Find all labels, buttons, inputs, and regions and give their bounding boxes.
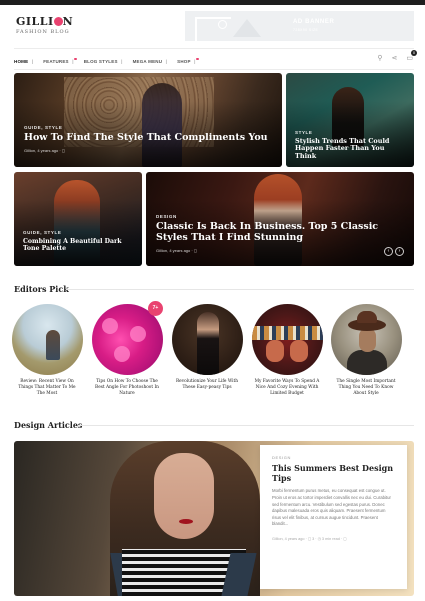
post-meta: Gillion, 4 years ago · ◻ 3 · ◷ 3 min rea… [272,537,347,542]
post-meta: Gillion, 4 years ago · ◻ [24,147,66,153]
thumbnail-subject [196,312,219,375]
nav-item-blog-styles[interactable]: BLOG STYLES | [84,59,123,64]
post-text: GUIDE, STYLE How To Find The Style That … [24,125,272,153]
new-dot [74,57,77,60]
post-title[interactable]: How To Find The Style That Compliments Y… [24,132,272,144]
editors-pick-item[interactable]: The Single Most Important Thing You Need… [330,304,402,396]
featured-post-card[interactable]: DESIGN Classic Is Back In Business. Top … [146,172,414,266]
editors-pick-item[interactable]: My Favorite Ways To Spend A Nice And Coz… [251,304,323,396]
post-title[interactable]: The Single Most Important Thing You Need… [330,379,402,396]
nav-label: MEGA MENU [132,58,163,64]
logo-o-mark [53,17,63,26]
prev-arrow-icon[interactable]: ‹ [384,247,393,256]
post-text: GUIDE, STYLE Combining A Beautiful Dark … [23,230,132,252]
post-thumbnail[interactable] [11,304,83,375]
ad-banner-size: 728X90 SIZE [293,28,319,32]
sun-icon [218,20,227,29]
featured-post-card[interactable]: GUIDE, STYLE Combining A Beautiful Dark … [14,172,142,266]
count-badge[interactable]: 7+ [148,301,163,316]
nav-item-home[interactable]: HOME | [14,59,33,64]
post-thumbnail[interactable] [171,304,243,375]
logo-tagline: FASHION BLOG [16,29,70,35]
post-title[interactable]: Review: Recent View On Things That Matte… [11,379,83,396]
next-arrow-icon[interactable]: › [395,247,404,256]
post-category[interactable]: DESIGN [156,214,404,219]
section-divider [78,425,414,426]
thumbnail-detail [346,350,387,375]
editors-pick-item[interactable]: Revolutionize Your Life With These Easy-… [171,304,243,391]
cart-icon[interactable]: ▭ 0 [406,50,417,62]
thumbnail-detail [358,328,376,352]
post-category[interactable]: GUIDE, STYLE [23,230,132,235]
thumbnail-detail [356,311,377,323]
post-title[interactable]: Revolutionize Your Life With These Easy-… [171,379,243,391]
nav-label: FEATURES [43,58,69,64]
nav-item-features[interactable]: FEATURES | [43,57,77,64]
post-text: DESIGN Classic Is Back In Business. Top … [156,214,404,253]
post-category[interactable]: GUIDE, STYLE [24,125,272,130]
logo-text: GILLI [16,15,54,28]
post-title[interactable]: Classic Is Back In Business. Top 5 Class… [156,221,404,244]
thumbnail-detail [101,318,118,334]
cart-count-badge: 0 [411,50,417,56]
nav-label: HOME [14,58,29,64]
section-divider [66,289,414,290]
nav-item-mega-menu[interactable]: MEGA MENU | [133,59,168,64]
thumbnail-detail [289,340,308,362]
featured-post-card[interactable]: STYLE Stylish Trends That Could Happen F… [286,73,414,167]
site-logo[interactable]: GILLI N FASHION BLOG [16,15,76,35]
ad-banner-title: AD BANNER [293,19,335,25]
share-icon[interactable]: ⋖ [392,54,398,62]
logo-text-end: N [62,15,74,28]
divider [14,48,414,49]
ad-banner[interactable]: AD BANNER 728X90 SIZE [185,11,414,41]
post-category[interactable]: STYLE [295,130,404,135]
post-excerpt: Morbi fermentum purus metus, eu consequa… [272,488,391,527]
image-detail [179,519,193,524]
nav-label: BLOG STYLES [83,58,118,64]
section-title-editors-pick: Editors Pick [14,284,69,294]
post-title[interactable]: Combining A Beautiful Dark Tone Palette [23,238,132,252]
slider-arrows: ‹ › [384,247,404,256]
nav-separator: | [31,58,34,64]
section-title-design-articles: Design Articles [14,420,83,430]
post-category[interactable]: DESIGN [272,455,395,460]
thumbnail-detail [251,326,323,340]
editors-pick-item[interactable]: Tips On How To Choose The Best Angle For… [91,304,163,396]
thumbnail-detail [113,346,130,362]
post-text: STYLE Stylish Trends That Could Happen F… [295,130,404,160]
nav-separator: | [165,58,168,64]
mountain-icon [233,19,261,37]
post-title[interactable]: My Favorite Ways To Spend A Nice And Coz… [251,379,323,396]
search-icon[interactable]: ⚲ [377,54,382,62]
thumbnail-detail [265,340,284,362]
image-detail [154,453,214,539]
nav-separator: | [121,58,123,64]
post-title[interactable]: This Summers Best Design Tips [272,463,395,483]
post-thumbnail[interactable] [251,304,323,375]
featured-post-card[interactable]: GUIDE, STYLE How To Find The Style That … [14,73,282,167]
post-title[interactable]: Tips On How To Choose The Best Angle For… [91,379,163,396]
editors-pick-item[interactable]: Review: Recent View On Things That Matte… [11,304,83,396]
thumbnail-detail [129,326,146,342]
thumbnail-subject [45,330,60,360]
post-thumbnail[interactable] [330,304,402,375]
new-dot [196,57,199,60]
post-title[interactable]: Stylish Trends That Could Happen Faster … [295,137,404,160]
nav-label: SHOP [177,58,191,64]
nav-actions: ⚲ ⋖ ▭ 0 [377,50,417,62]
post-meta: Gillion, 4 years ago · ◻ [156,247,198,253]
top-bar [0,0,425,5]
divider [14,69,414,70]
nav-item-shop[interactable]: SHOP | [177,57,199,64]
main-nav: HOME | FEATURES | BLOG STYLES | MEGA MEN… [14,56,206,66]
design-article-panel: DESIGN This Summers Best Design Tips Mor… [260,445,407,589]
